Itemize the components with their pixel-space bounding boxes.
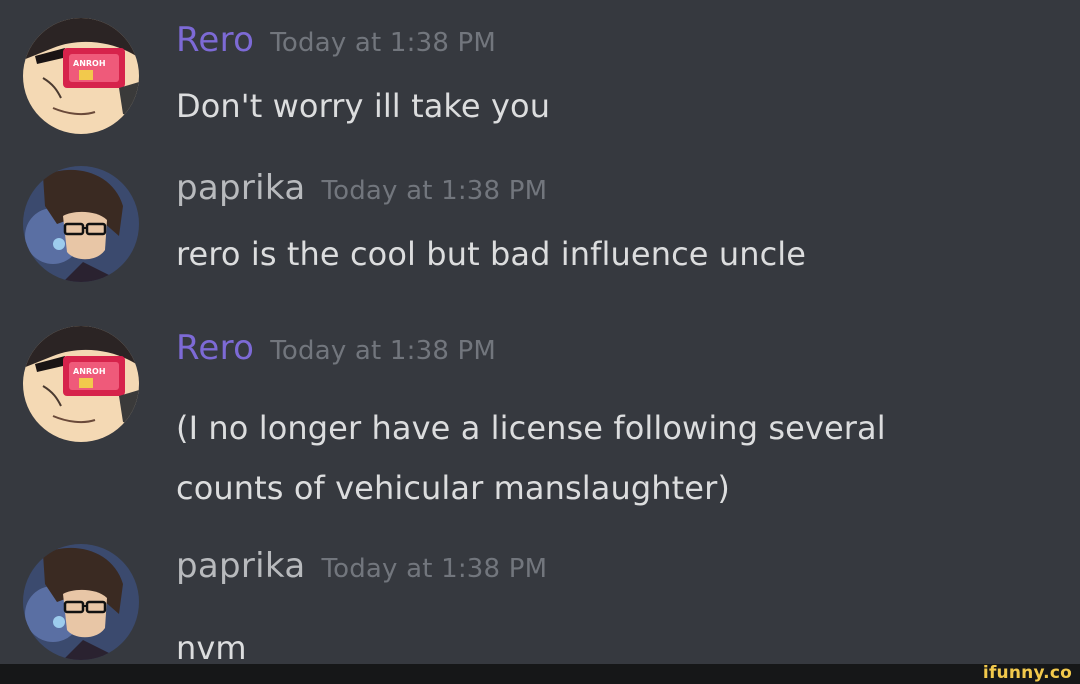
timestamp: Today at 1:38 PM [270, 28, 497, 58]
paprika-avatar[interactable] [23, 166, 139, 282]
chat-message: paprika Today at 1:38 PM nvm [0, 544, 1080, 664]
chat-message: ANROH Rero Today at 1:38 PM (I no longer … [0, 326, 1080, 516]
chat-message: ANROH Rero Today at 1:38 PM Don't worry i… [0, 18, 1080, 158]
username[interactable]: paprika [176, 168, 305, 208]
message-header: paprika Today at 1:38 PM [176, 166, 547, 210]
svg-text:ANROH: ANROH [73, 367, 106, 376]
rero-avatar[interactable]: ANROH [23, 18, 139, 134]
username[interactable]: paprika [176, 546, 305, 586]
chat-message: paprika Today at 1:38 PM rero is the cool… [0, 166, 1080, 306]
chat-log: ANROH Rero Today at 1:38 PM Don't worry i… [0, 0, 1080, 664]
message-text: rero is the cool but bad influence uncle [176, 235, 807, 273]
timestamp: Today at 1:38 PM [321, 554, 548, 584]
username[interactable]: Rero [176, 328, 254, 368]
svg-text:ANROH: ANROH [73, 59, 106, 68]
timestamp: Today at 1:38 PM [321, 176, 548, 206]
message-text: (I no longer have a license following se… [176, 409, 886, 507]
ifunny-watermark: ifunny.co [982, 663, 1072, 683]
rero-avatar[interactable]: ANROH [23, 326, 139, 442]
timestamp: Today at 1:38 PM [270, 336, 497, 366]
message-header: Rero Today at 1:38 PM [176, 18, 496, 62]
message-header: paprika Today at 1:38 PM [176, 544, 547, 588]
message-text: Don't worry ill take you [176, 87, 551, 125]
message-header: Rero Today at 1:38 PM [176, 326, 496, 370]
paprika-avatar[interactable] [23, 544, 139, 660]
username[interactable]: Rero [176, 20, 254, 60]
watermark-bar: ifunny.co [0, 663, 1080, 684]
message-text: nvm [176, 629, 247, 664]
